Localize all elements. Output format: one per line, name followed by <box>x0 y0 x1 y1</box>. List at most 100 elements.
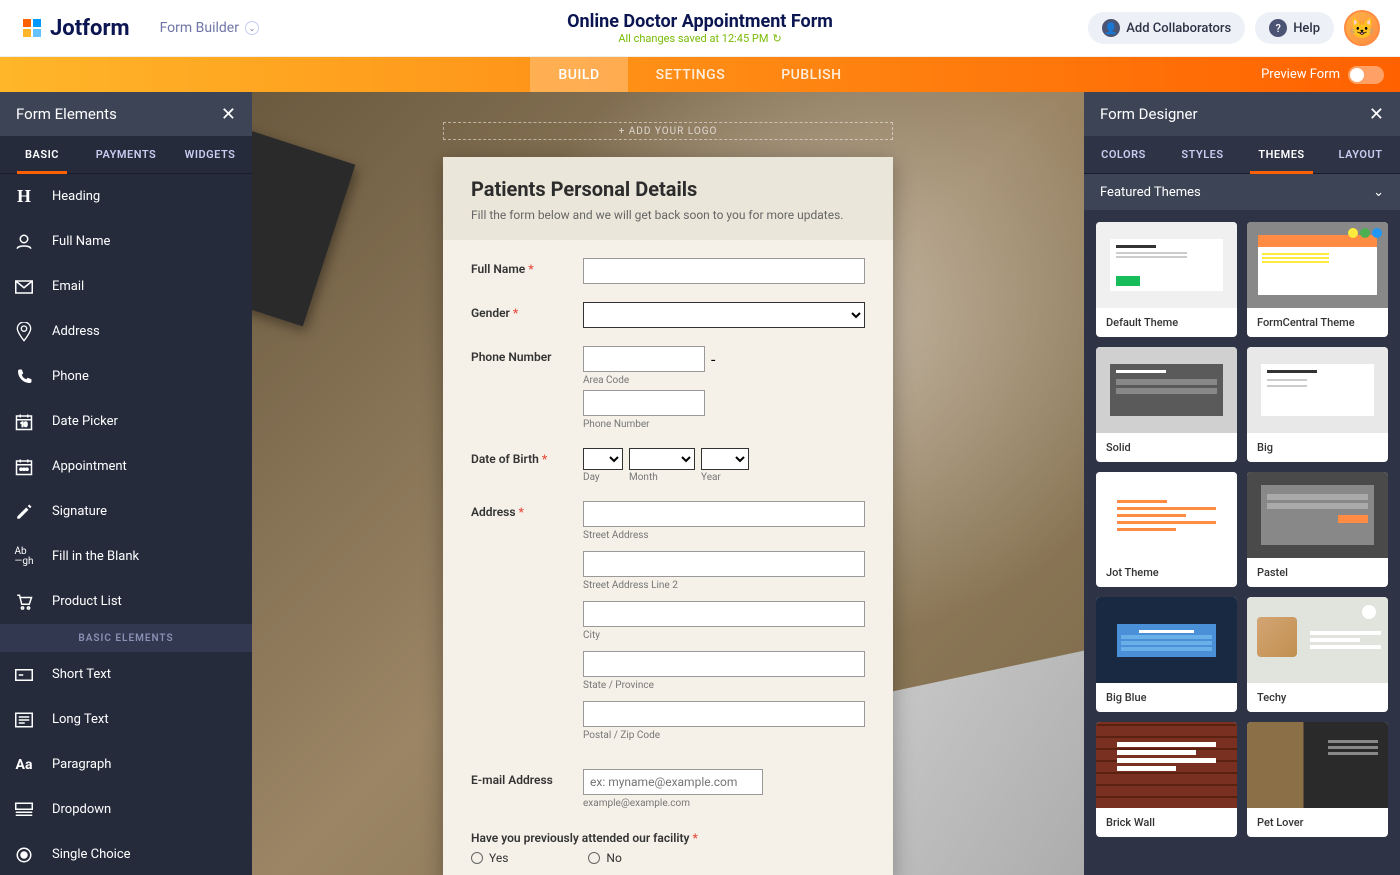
close-icon[interactable]: ✕ <box>221 104 236 125</box>
email-icon <box>14 277 34 297</box>
form-preview-card[interactable]: Patients Personal Details Fill the form … <box>443 157 893 875</box>
element-dropdown[interactable]: Dropdown <box>0 787 252 832</box>
street-address-2-input[interactable] <box>583 551 865 577</box>
email-input[interactable] <box>583 769 763 795</box>
help-button[interactable]: ? Help <box>1255 12 1334 44</box>
field-dob[interactable]: Date of Birth * Day Month Year <box>471 448 865 484</box>
basic-elements-header: BASIC ELEMENTS <box>0 624 252 652</box>
chevron-down-icon: ⌄ <box>245 21 259 35</box>
user-avatar[interactable]: 😺 <box>1344 10 1380 46</box>
dob-year-select[interactable] <box>701 448 749 470</box>
themes-grid: Default Theme FormCentral Theme Solid Bi… <box>1084 210 1400 849</box>
form-heading[interactable]: Patients Personal Details <box>471 177 865 201</box>
theme-brick-wall[interactable]: Brick Wall <box>1096 722 1237 837</box>
add-collaborators-button[interactable]: 👤 Add Collaborators <box>1088 12 1245 44</box>
field-full-name[interactable]: Full Name * <box>471 258 865 284</box>
save-status: All changes saved at 12:45 PM ↻ <box>567 32 833 45</box>
tab-widgets[interactable]: WIDGETS <box>168 136 252 173</box>
tab-themes[interactable]: THEMES <box>1242 136 1321 173</box>
refresh-icon: ↻ <box>772 32 781 45</box>
form-canvas[interactable]: + ADD YOUR LOGO Patients Personal Detail… <box>252 92 1084 875</box>
person-icon: 👤 <box>1102 19 1120 37</box>
field-phone[interactable]: Phone Number - Area Code Phone Number <box>471 346 865 430</box>
tab-payments[interactable]: PAYMENTS <box>84 136 168 173</box>
field-gender[interactable]: Gender * <box>471 302 865 328</box>
element-full-name[interactable]: Full Name <box>0 219 252 264</box>
dropdown-icon <box>14 800 34 820</box>
radio-no[interactable]: No <box>588 851 621 865</box>
theme-pet-lover[interactable]: Pet Lover <box>1247 722 1388 837</box>
tab-layout[interactable]: LAYOUT <box>1321 136 1400 173</box>
themes-section: Featured Themes ⌄ Default Theme FormCent… <box>1084 174 1400 875</box>
element-email[interactable]: Email <box>0 264 252 309</box>
element-product-list[interactable]: Product List <box>0 579 252 624</box>
short-text-icon <box>14 665 34 685</box>
dob-day-select[interactable] <box>583 448 623 470</box>
theme-jot[interactable]: Jot Theme <box>1096 472 1237 587</box>
city-input[interactable] <box>583 601 865 627</box>
element-appointment[interactable]: Appointment <box>0 444 252 489</box>
theme-solid[interactable]: Solid <box>1096 347 1237 462</box>
theme-pastel[interactable]: Pastel <box>1247 472 1388 587</box>
person-icon <box>14 232 34 252</box>
full-name-input[interactable] <box>583 258 865 284</box>
field-email[interactable]: E-mail Address example@example.com <box>471 769 865 809</box>
add-logo-placeholder[interactable]: + ADD YOUR LOGO <box>443 122 893 140</box>
element-short-text[interactable]: Short Text <box>0 652 252 697</box>
theme-default[interactable]: Default Theme <box>1096 222 1237 337</box>
heading-icon: H <box>14 187 34 207</box>
toggle-switch[interactable] <box>1348 66 1384 84</box>
location-icon <box>14 322 34 342</box>
fill-blank-icon: Ab—gh <box>14 547 34 567</box>
logo[interactable]: Jotform <box>20 16 130 41</box>
close-icon[interactable]: ✕ <box>1369 104 1384 125</box>
form-builder-dropdown[interactable]: Form Builder ⌄ <box>160 20 259 36</box>
form-designer-panel: Form Designer ✕ COLORS STYLES THEMES LAY… <box>1084 92 1400 875</box>
radio-yes[interactable]: Yes <box>471 851 508 865</box>
tab-settings[interactable]: SETTINGS <box>628 57 754 92</box>
appointment-icon <box>14 457 34 477</box>
logo-text: Jotform <box>50 16 130 41</box>
element-paragraph[interactable]: AaParagraph <box>0 742 252 787</box>
street-address-input[interactable] <box>583 501 865 527</box>
element-long-text[interactable]: Long Text <box>0 697 252 742</box>
field-previous-attend[interactable]: Have you previously attended our facilit… <box>471 827 865 865</box>
element-signature[interactable]: Signature <box>0 489 252 534</box>
svg-text:10: 10 <box>21 421 28 428</box>
cart-icon <box>14 592 34 612</box>
state-input[interactable] <box>583 651 865 677</box>
element-fill-blank[interactable]: Ab—ghFill in the Blank <box>0 534 252 579</box>
phone-number-input[interactable] <box>583 390 705 416</box>
tab-styles[interactable]: STYLES <box>1163 136 1242 173</box>
form-description[interactable]: Fill the form below and we will get back… <box>471 207 865 224</box>
logo-icon <box>20 16 44 40</box>
featured-themes-dropdown[interactable]: Featured Themes ⌄ <box>1084 174 1400 210</box>
top-header: Jotform Form Builder ⌄ Online Doctor App… <box>0 0 1400 57</box>
area-code-input[interactable] <box>583 346 705 372</box>
gender-select[interactable] <box>583 302 865 328</box>
right-panel-tabs: COLORS STYLES THEMES LAYOUT <box>1084 136 1400 174</box>
phone-icon <box>14 367 34 387</box>
element-address[interactable]: Address <box>0 309 252 354</box>
element-heading[interactable]: HHeading <box>0 174 252 219</box>
preview-form-toggle[interactable]: Preview Form <box>1261 66 1384 84</box>
postal-input[interactable] <box>583 701 865 727</box>
theme-big-blue[interactable]: Big Blue <box>1096 597 1237 712</box>
help-icon: ? <box>1269 19 1287 37</box>
theme-techy[interactable]: Techy <box>1247 597 1388 712</box>
element-date-picker[interactable]: 10Date Picker <box>0 399 252 444</box>
tab-build[interactable]: BUILD <box>530 57 627 92</box>
element-single-choice[interactable]: Single Choice <box>0 832 252 875</box>
element-phone[interactable]: Phone <box>0 354 252 399</box>
tab-basic[interactable]: BASIC <box>0 136 84 173</box>
tab-publish[interactable]: PUBLISH <box>753 57 869 92</box>
field-address[interactable]: Address * Street Address Street Address … <box>471 501 865 751</box>
form-title[interactable]: Online Doctor Appointment Form <box>567 11 833 32</box>
tab-colors[interactable]: COLORS <box>1084 136 1163 173</box>
theme-big[interactable]: Big <box>1247 347 1388 462</box>
paragraph-icon: Aa <box>14 755 34 775</box>
chevron-down-icon: ⌄ <box>1373 185 1384 200</box>
form-body: Full Name * Gender * Phone Number - Area… <box>443 240 893 875</box>
dob-month-select[interactable] <box>629 448 695 470</box>
theme-formcentral[interactable]: FormCentral Theme <box>1247 222 1388 337</box>
